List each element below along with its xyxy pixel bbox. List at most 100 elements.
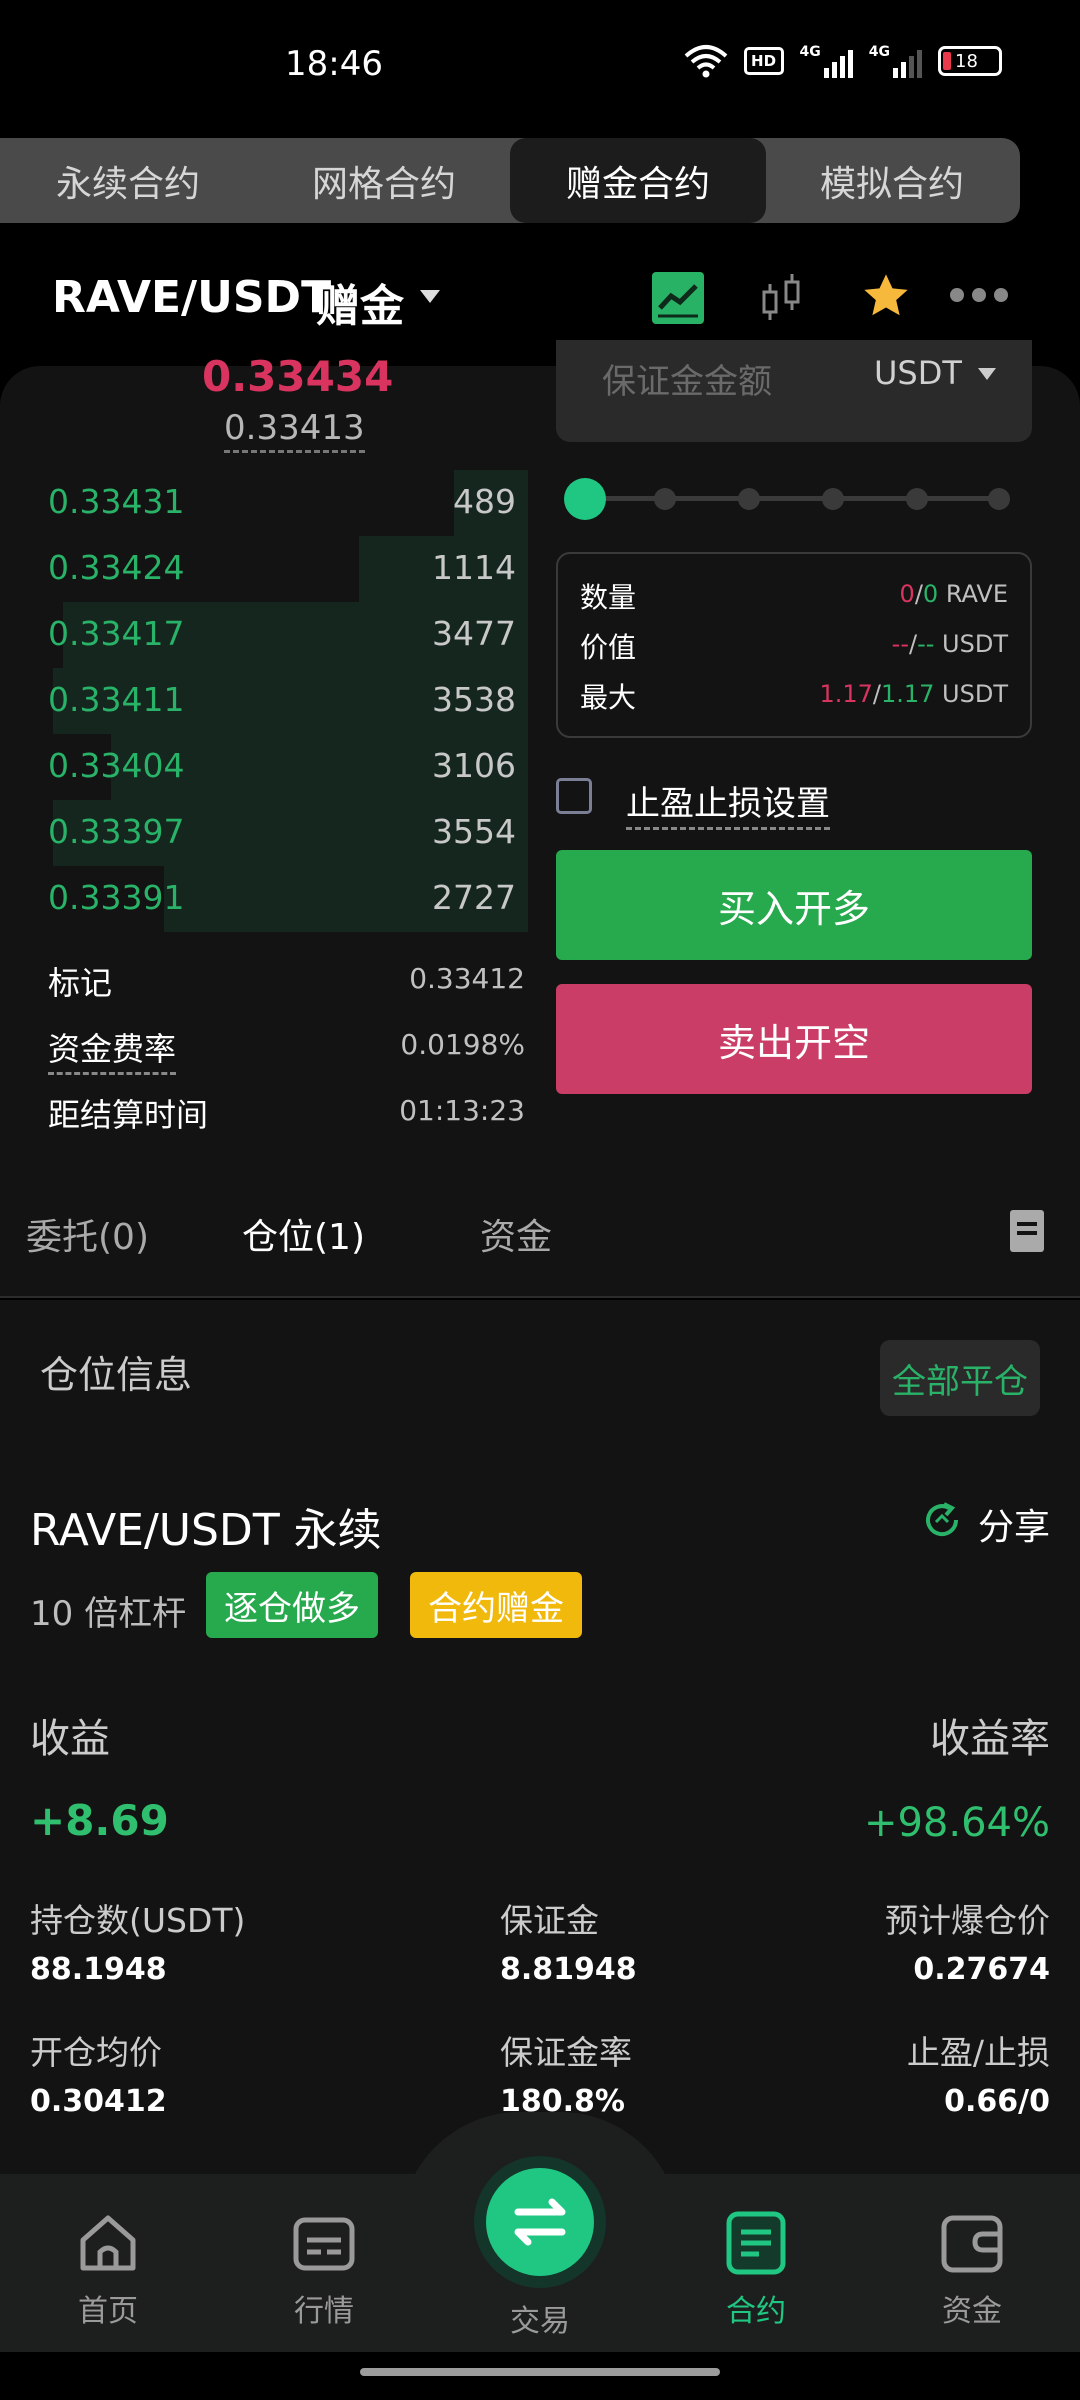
pair-name[interactable]: RAVE/USDT xyxy=(52,272,331,323)
max-label: 最大 xyxy=(580,681,637,714)
document-icon[interactable] xyxy=(1010,1210,1044,1252)
tab-grid[interactable]: 网格合约 xyxy=(256,138,512,223)
quantity-label: 数量 xyxy=(580,581,637,614)
margin-label: 保证金 xyxy=(500,1901,599,1940)
last-price: 0.33434 xyxy=(202,352,394,401)
buy-long-button[interactable]: 买入开多 xyxy=(556,850,1032,960)
chevron-down-icon[interactable] xyxy=(978,368,996,380)
quantity-value: 0/0 RAVE xyxy=(899,580,1008,608)
tab-perpetual[interactable]: 永续合约 xyxy=(0,138,256,223)
slider-step[interactable] xyxy=(654,488,676,510)
orderbook-row[interactable]: 0.33431 489 xyxy=(0,470,528,536)
leverage-label: 10 倍杠杆 xyxy=(30,1594,187,1634)
bid-qty: 1114 xyxy=(432,548,516,587)
pair-tag[interactable]: 赠金 xyxy=(316,270,404,334)
close-all-button[interactable]: 全部平仓 xyxy=(880,1340,1040,1416)
wifi-icon xyxy=(684,45,727,78)
tpsl-stat-label: 止盈/止损 xyxy=(906,2033,1050,2072)
hd-icon: HD xyxy=(743,47,784,75)
chevron-down-icon[interactable] xyxy=(420,290,440,303)
share-icon[interactable] xyxy=(922,1500,962,1540)
nav-contract[interactable]: 合约 xyxy=(696,2210,816,2330)
status-icons: HD 4G 4G 18 xyxy=(684,44,1002,78)
swap-icon[interactable] xyxy=(486,2168,594,2276)
margin-placeholder: 保证金金额 xyxy=(602,362,772,402)
funding-rate-label[interactable]: 资金费率 xyxy=(48,1024,177,1075)
contract-type-tabs: 永续合约 网格合约 赠金合约 模拟合约 xyxy=(0,138,1020,223)
margin-unit-select[interactable]: USDT xyxy=(874,354,962,392)
orderbook-row[interactable]: 0.33417 3477 xyxy=(0,602,528,668)
orderbook-row[interactable]: 0.33411 3538 xyxy=(0,668,528,734)
more-options-icon[interactable] xyxy=(950,288,1008,302)
slider-step[interactable] xyxy=(738,488,760,510)
slider-step[interactable] xyxy=(822,488,844,510)
isolated-long-badge: 逐仓做多 xyxy=(206,1572,378,1638)
bid-qty: 2727 xyxy=(432,878,516,917)
settlement-time-value: 01:13:23 xyxy=(399,1094,525,1127)
liq-price-value: 0.27674 xyxy=(913,1952,1050,1987)
tab-bonus[interactable]: 赠金合约 xyxy=(510,138,766,223)
tpsl-checkbox[interactable] xyxy=(556,778,592,814)
margin-value: 8.81948 xyxy=(500,1952,637,1987)
orderbook-row[interactable]: 0.33391 2727 xyxy=(0,866,528,932)
line-chart-icon[interactable] xyxy=(652,272,704,324)
battery-icon: 18 xyxy=(938,46,1002,76)
nav-assets[interactable]: 资金 xyxy=(912,2210,1032,2330)
margin-amount-input[interactable]: 保证金金额 USDT xyxy=(556,340,1032,442)
value-value: --/-- USDT xyxy=(891,630,1008,658)
status-time: 18:46 xyxy=(285,44,383,84)
nav-home[interactable]: 首页 xyxy=(48,2210,168,2330)
orderbook-row[interactable]: 0.33397 3554 xyxy=(0,800,528,866)
bid-price: 0.33431 xyxy=(48,482,185,521)
tab-orders[interactable]: 委托(0) xyxy=(26,1208,149,1260)
share-label[interactable]: 分享 xyxy=(978,1498,1050,1550)
amount-slider[interactable] xyxy=(564,478,1010,520)
bid-qty: 489 xyxy=(453,482,516,521)
bid-price: 0.33397 xyxy=(48,812,185,851)
market-icon xyxy=(293,2217,355,2271)
slider-step[interactable] xyxy=(988,488,1010,510)
tab-assets[interactable]: 资金 xyxy=(480,1208,552,1260)
nav-market-label: 行情 xyxy=(294,2294,354,2329)
section-tabs: 委托(0) 仓位(1) 资金 xyxy=(0,1166,1080,1298)
slider-handle[interactable] xyxy=(564,478,606,520)
margin-ratio-label: 保证金率 xyxy=(500,2033,632,2072)
nav-contract-label: 合约 xyxy=(726,2294,786,2329)
home-icon xyxy=(80,2215,136,2271)
sell-short-button[interactable]: 卖出开空 xyxy=(556,984,1032,1094)
orderbook-row[interactable]: 0.33404 3106 xyxy=(0,734,528,800)
wallet-icon xyxy=(941,2215,1003,2273)
signal-icon-2: 4G xyxy=(869,44,922,78)
pnl-rate-label: 收益率 xyxy=(930,1716,1050,1762)
tpsl-stat-value: 0.66/0 xyxy=(944,2084,1050,2119)
candlestick-icon[interactable] xyxy=(758,272,806,328)
tpsl-label[interactable]: 止盈止损设置 xyxy=(626,776,830,830)
settlement-time-label: 距结算时间 xyxy=(48,1096,209,1134)
position-symbol[interactable]: RAVE/USDT 永续 xyxy=(30,1494,382,1558)
slider-track xyxy=(584,496,994,501)
bid-price: 0.33424 xyxy=(48,548,185,587)
nav-market[interactable]: 行情 xyxy=(264,2210,384,2330)
signal-icon-1: 4G xyxy=(800,44,853,78)
bid-price: 0.33411 xyxy=(48,680,185,719)
nav-trade-label[interactable]: 交易 xyxy=(510,2296,570,2340)
order-summary: 数量 0/0 RAVE 价值 --/-- USDT 最大 1.17/1.17 U… xyxy=(556,552,1032,738)
liq-price-label: 预计爆仓价 xyxy=(885,1901,1050,1940)
funding-rate-value: 0.0198% xyxy=(400,1028,525,1061)
pnl-label: 收益 xyxy=(30,1716,110,1762)
orderbook-row[interactable]: 0.33424 1114 xyxy=(0,536,528,602)
index-price[interactable]: 0.33413 xyxy=(224,408,365,453)
max-value: 1.17/1.17 USDT xyxy=(819,680,1008,708)
favorite-star-icon[interactable] xyxy=(860,270,912,322)
contract-icon xyxy=(726,2211,786,2275)
entry-price-value: 0.30412 xyxy=(30,2084,167,2119)
bid-qty: 3554 xyxy=(432,812,516,851)
position-size-label: 持仓数(USDT) xyxy=(30,1901,246,1940)
nav-home-label: 首页 xyxy=(78,2294,138,2329)
tab-positions[interactable]: 仓位(1) xyxy=(242,1208,365,1260)
slider-step[interactable] xyxy=(906,488,928,510)
position-size-value: 88.1948 xyxy=(30,1952,167,1987)
bid-qty: 3477 xyxy=(432,614,516,653)
tab-demo[interactable]: 模拟合约 xyxy=(764,138,1020,223)
bonus-badge: 合约赠金 xyxy=(410,1572,582,1638)
